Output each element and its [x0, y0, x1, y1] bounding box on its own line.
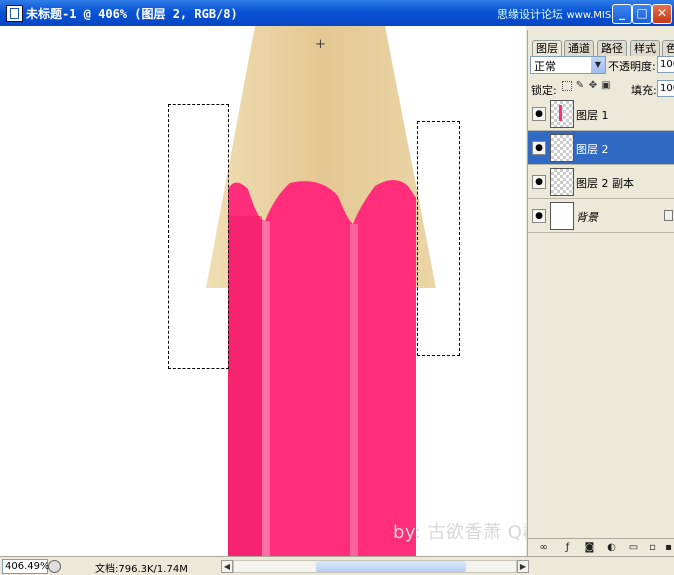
document-size-info[interactable]: 文档:796.3K/1.74M — [95, 560, 188, 575]
eye-icon[interactable]: ● — [532, 209, 546, 223]
blend-mode-value: 正常 — [534, 60, 556, 73]
layer-row-background[interactable]: ● 背景 — [528, 199, 674, 233]
pencil-highlight-right — [350, 224, 358, 556]
tab-paths[interactable]: 路径 — [597, 40, 627, 56]
layers-panel: 图层 通道 路径 样式 色 正常 ▼ 不透明度: 100 锁定: ✎ ✥ ▣ 填… — [527, 30, 674, 556]
group-icon[interactable]: ▭ — [628, 542, 639, 553]
tab-layers[interactable]: 图层 — [532, 40, 562, 57]
selection-left — [168, 104, 229, 369]
scrollbar-thumb[interactable] — [316, 561, 466, 572]
minimize-button[interactable]: _ — [612, 4, 632, 24]
panel-tabs: 图层 通道 路径 样式 色 — [528, 40, 674, 57]
blend-mode-select[interactable]: 正常 ▼ — [530, 56, 606, 74]
lock-transparent-icon[interactable] — [562, 81, 572, 91]
layer-thumbnail — [550, 100, 574, 128]
scroll-right-icon[interactable]: ▶ — [517, 560, 529, 573]
opacity-input[interactable]: 100 — [657, 56, 674, 73]
chevron-down-icon: ▼ — [591, 57, 605, 73]
fill-input[interactable]: 100 — [657, 80, 674, 97]
author-watermark: by: 古欲香萧 Q群: 155189433 — [393, 522, 526, 543]
layer-name: 背景 — [576, 211, 598, 224]
crosshair-cursor-icon: + — [315, 37, 326, 52]
document-canvas[interactable]: + by: 古欲香萧 Q群: 155189433 — [0, 26, 526, 556]
layer-name: 图层 2 副本 — [576, 177, 634, 190]
opacity-label: 不透明度: — [608, 60, 656, 73]
maximize-button[interactable]: □ — [632, 4, 652, 24]
brand-text: 思缘设计论坛 — [497, 8, 563, 21]
document-icon — [6, 5, 23, 22]
close-button[interactable]: ✕ — [652, 4, 672, 24]
lock-icon — [664, 210, 673, 221]
layer-thumbnail — [550, 168, 574, 196]
layer-thumbnail — [550, 134, 574, 162]
horizontal-scrollbar[interactable] — [233, 560, 517, 573]
zoom-field[interactable]: 406.49% — [2, 559, 50, 574]
delete-icon[interactable]: ▪ — [663, 542, 674, 553]
layers-list: ● 图层 1 ● 图层 2 ● 图层 2 副本 ● 背景 — [528, 97, 674, 233]
title-bar[interactable]: 未标题-1 @ 406% (图层 2, RGB/8) 思缘设计论坛 www.MI… — [0, 0, 674, 26]
layer-name: 图层 1 — [576, 109, 609, 122]
lock-all-icon[interactable]: ▣ — [601, 81, 611, 91]
fill-label: 填充: — [631, 84, 657, 97]
pencil-shadow — [228, 216, 262, 556]
eye-icon[interactable]: ● — [532, 107, 546, 121]
layer-thumbnail — [550, 202, 574, 230]
lock-move-icon[interactable]: ✥ — [588, 81, 598, 91]
new-layer-icon[interactable]: ▫ — [647, 542, 658, 553]
tab-styles[interactable]: 样式 — [630, 40, 660, 56]
layer-row-selected[interactable]: ● 图层 2 — [528, 131, 674, 165]
lock-label: 锁定: — [531, 84, 557, 97]
pencil-highlight-left — [262, 221, 270, 556]
layer-row[interactable]: ● 图层 2 副本 — [528, 165, 674, 199]
window-title: 未标题-1 @ 406% (图层 2, RGB/8) — [26, 7, 238, 21]
tab-channels[interactable]: 通道 — [564, 40, 594, 56]
eye-icon[interactable]: ● — [532, 141, 546, 155]
tab-color[interactable]: 色 — [662, 40, 674, 56]
link-icon[interactable]: ∞ — [538, 542, 549, 553]
panel-footer: ∞ ƒ ◙ ◐ ▭ ▫ ▪ — [528, 538, 674, 557]
eye-icon[interactable]: ● — [532, 175, 546, 189]
scroll-left-icon[interactable]: ◀ — [221, 560, 233, 573]
layer-name: 图层 2 — [576, 143, 609, 156]
layer-row[interactable]: ● 图层 1 — [528, 97, 674, 131]
adjustment-icon[interactable]: ◐ — [606, 542, 617, 553]
layer-style-icon[interactable]: ƒ — [562, 542, 573, 553]
mask-icon[interactable]: ◙ — [584, 542, 595, 553]
status-info-icon[interactable] — [48, 560, 61, 573]
status-bar: 406.49% 文档:796.3K/1.74M ◀ ▶ — [0, 556, 674, 575]
selection-right — [417, 121, 460, 356]
lock-brush-icon[interactable]: ✎ — [575, 81, 585, 91]
